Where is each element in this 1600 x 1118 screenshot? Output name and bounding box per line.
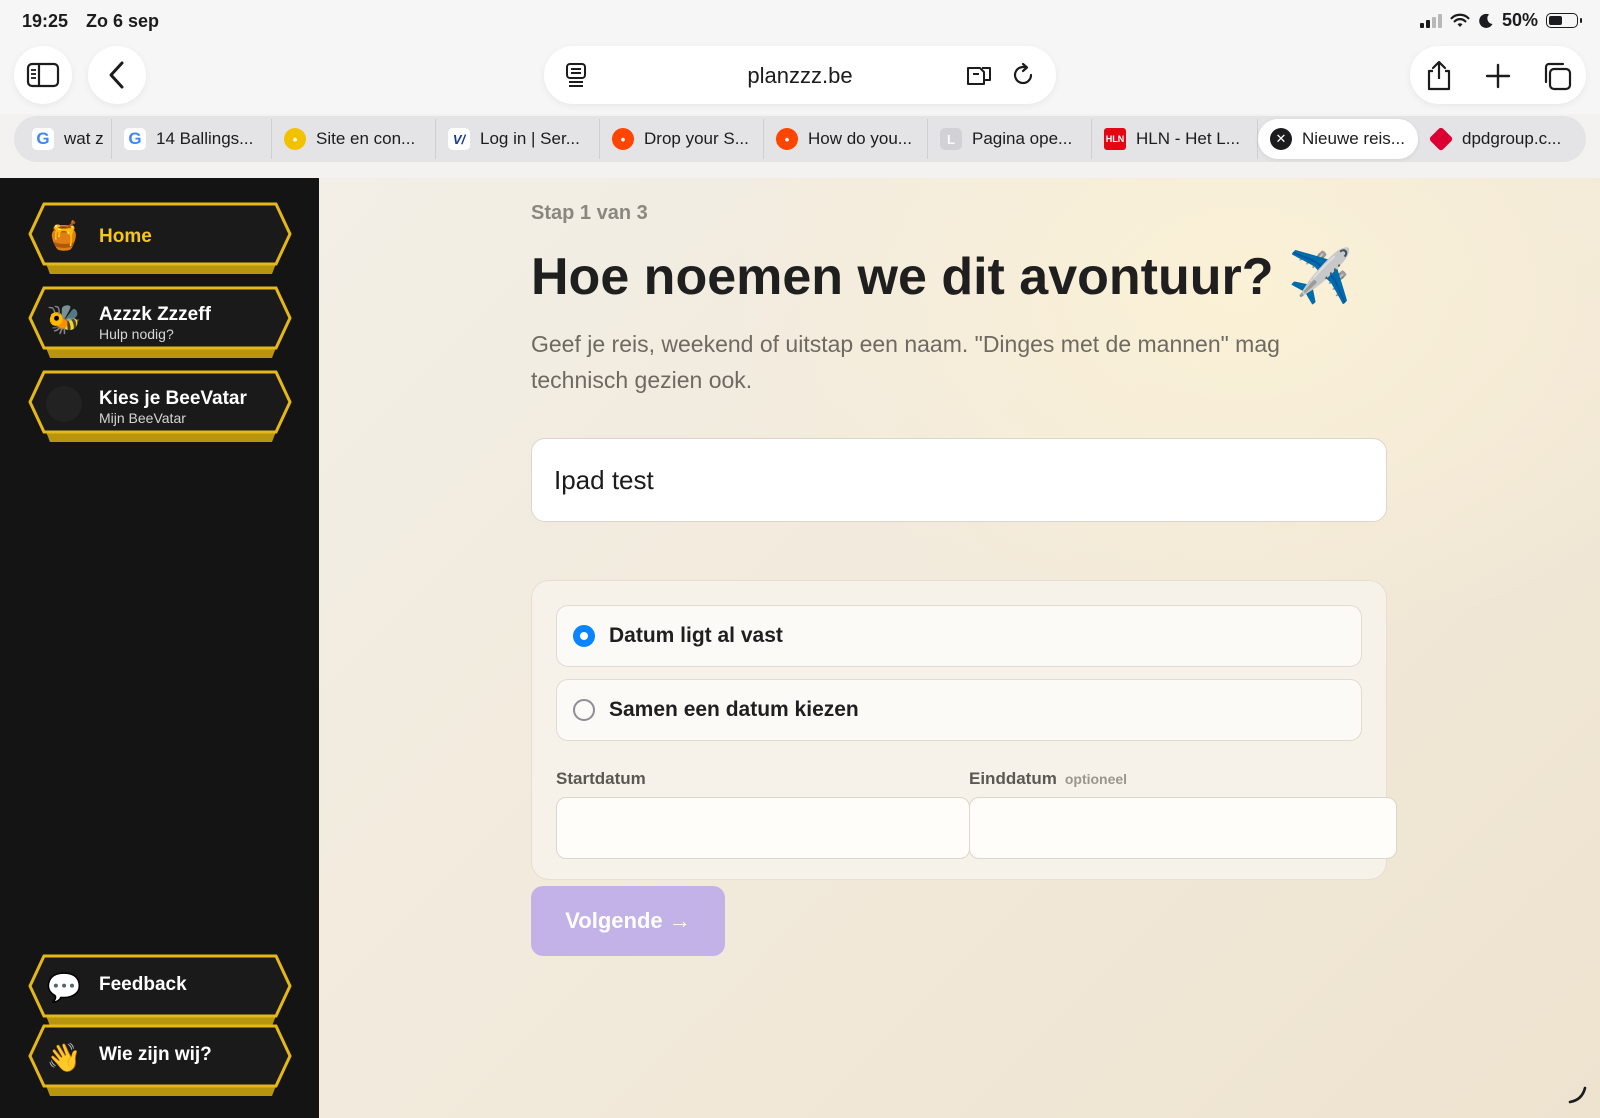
sidebar-item-home[interactable]: 🍯 Home — [24, 202, 294, 274]
trip-name-input[interactable] — [531, 438, 1387, 522]
tab-label: dpdgroup.c... — [1462, 129, 1562, 148]
radio-option-fixed-date[interactable]: Datum ligt al vast — [556, 605, 1362, 667]
tab-label: How do you... — [808, 129, 912, 148]
end-date-input[interactable] — [969, 797, 1397, 859]
avatar-placeholder-icon — [46, 386, 82, 422]
start-date-label: Startdatum — [556, 769, 646, 789]
battery-percent: 50% — [1501, 10, 1538, 30]
browser-toolbar: planzzz.be — [0, 42, 1600, 114]
page-description: Geef je reis, weekend of uitstap een naa… — [531, 331, 1280, 393]
wifi-icon — [1450, 13, 1470, 27]
tab-label: Pagina ope... — [972, 129, 1073, 148]
status-indicators: 50% — [1419, 10, 1582, 31]
google-icon: G — [32, 128, 54, 150]
tab-reddit-1[interactable]: • Drop your S... — [600, 119, 764, 159]
next-button[interactable]: Volgende → — [531, 886, 725, 956]
radio-label-fixed-date: Datum ligt al vast — [609, 624, 783, 647]
sidebar-icon — [26, 62, 60, 88]
optional-hint: optioneel — [1064, 771, 1128, 787]
bee-mascot-icon: 🐝 — [46, 304, 82, 335]
google-icon: G — [124, 128, 146, 150]
sidebar-label-feedback: Feedback — [99, 974, 187, 995]
sidebar-item-assistant[interactable]: 🐝 Azzzk Zzzeff Hulp nodig? — [24, 286, 294, 358]
sidebar-toggle-button[interactable] — [14, 46, 72, 104]
sidebar-label-about: Wie zijn wij? — [99, 1044, 212, 1065]
tab-site[interactable]: • Site en con... — [272, 119, 436, 159]
step-indicator: Stap 1 van 3 — [531, 202, 648, 224]
tab-google-1[interactable]: G wat z — [20, 119, 112, 159]
sidebar: 🍯 Home 🐝 Azzzk Zzzeff Hulp nodig? Kies j… — [0, 178, 319, 1118]
radio-option-choose-together[interactable]: Samen een datum kiezen — [556, 679, 1362, 741]
tab-login[interactable]: V/ Log in | Ser... — [436, 119, 600, 159]
tab-nieuwe-reis[interactable]: ✕ Nieuwe reis... — [1258, 119, 1418, 159]
page-title: Hoe noemen we dit avontuur? ✈️ — [531, 248, 1353, 306]
end-date-label: Einddatum optioneel — [969, 769, 1127, 789]
bee-icon: • — [284, 128, 306, 150]
status-bar: 19:25 Zo 6 sep 50% — [0, 0, 1600, 42]
tab-label: Drop your S... — [644, 129, 749, 148]
tab-actions-group — [1410, 46, 1586, 104]
back-button[interactable] — [88, 46, 146, 104]
plus-icon[interactable] — [1484, 62, 1512, 90]
sidebar-sublabel-assistant: Hulp nodig? — [99, 326, 174, 342]
cellular-signal-icon — [1419, 13, 1442, 28]
sidebar-label-beevatar: Kies je BeeVatar — [99, 388, 247, 409]
share-icon[interactable] — [1424, 60, 1454, 92]
sidebar-item-beevatar[interactable]: Kies je BeeVatar Mijn BeeVatar — [24, 370, 294, 442]
moon-icon — [1479, 13, 1493, 28]
reload-icon[interactable] — [1010, 62, 1036, 88]
reddit-icon: • — [612, 128, 634, 150]
resize-grabber-icon — [1568, 1086, 1587, 1104]
sidebar-sublabel-beevatar: Mijn BeeVatar — [99, 410, 186, 426]
tab-label: wat z — [64, 129, 104, 148]
chevron-left-icon — [109, 61, 124, 89]
tab-label: HLN - Het L... — [1136, 129, 1240, 148]
translate-icon[interactable] — [964, 62, 994, 88]
radio-unselected-icon[interactable] — [573, 699, 595, 721]
start-date-input[interactable] — [556, 797, 970, 859]
battery-icon — [1546, 13, 1582, 28]
tab-hln[interactable]: HLN HLN - Het L... — [1092, 119, 1258, 159]
tab-label: 14 Ballings... — [156, 129, 254, 148]
tab-label: Nieuwe reis... — [1302, 129, 1405, 148]
main-content: Stap 1 van 3 Hoe noemen we dit avontuur?… — [319, 178, 1600, 1118]
date-options-panel: Datum ligt al vast Samen een datum kieze… — [531, 580, 1397, 880]
tab-label: Log in | Ser... — [480, 129, 580, 148]
sidebar-item-about[interactable]: 👋 Wie zijn wij? — [24, 1024, 294, 1096]
close-icon[interactable]: ✕ — [1270, 128, 1292, 150]
tabs-bar: G wat z G 14 Ballings... • Site en con..… — [14, 116, 1586, 162]
start-date-label-text: Startdatum — [556, 769, 646, 788]
waving-hand-icon: 👋 — [46, 1042, 82, 1073]
beehive-icon: 🍯 — [46, 220, 82, 251]
service-logo-icon: V/ — [448, 128, 470, 150]
tab-google-2[interactable]: G 14 Ballings... — [112, 119, 272, 159]
address-bar[interactable]: planzzz.be — [544, 46, 1056, 104]
tab-dpd[interactable]: dpdgroup.c... — [1418, 119, 1572, 159]
letter-l-icon: L — [940, 128, 962, 150]
hln-logo-icon: HLN — [1104, 128, 1126, 150]
sidebar-label-home: Home — [99, 226, 152, 247]
status-date: Zo 6 sep — [86, 11, 160, 31]
tab-reddit-2[interactable]: • How do you... — [764, 119, 928, 159]
sidebar-label-assistant: Azzzk Zzzeff — [99, 304, 211, 325]
speech-bubble-icon: 💬 — [46, 972, 82, 1003]
dpd-cube-icon — [1428, 126, 1454, 152]
reddit-icon: • — [776, 128, 798, 150]
sidebar-item-feedback[interactable]: 💬 Feedback — [24, 954, 294, 1026]
tabs-overview-icon[interactable] — [1540, 60, 1574, 92]
radio-label-choose-together: Samen een datum kiezen — [609, 698, 859, 721]
status-time: 19:25 — [22, 11, 69, 31]
end-date-label-text: Einddatum — [969, 769, 1057, 788]
radio-selected-icon[interactable] — [573, 625, 595, 647]
tab-page[interactable]: L Pagina ope... — [928, 119, 1092, 159]
tab-label: Site en con... — [316, 129, 416, 148]
